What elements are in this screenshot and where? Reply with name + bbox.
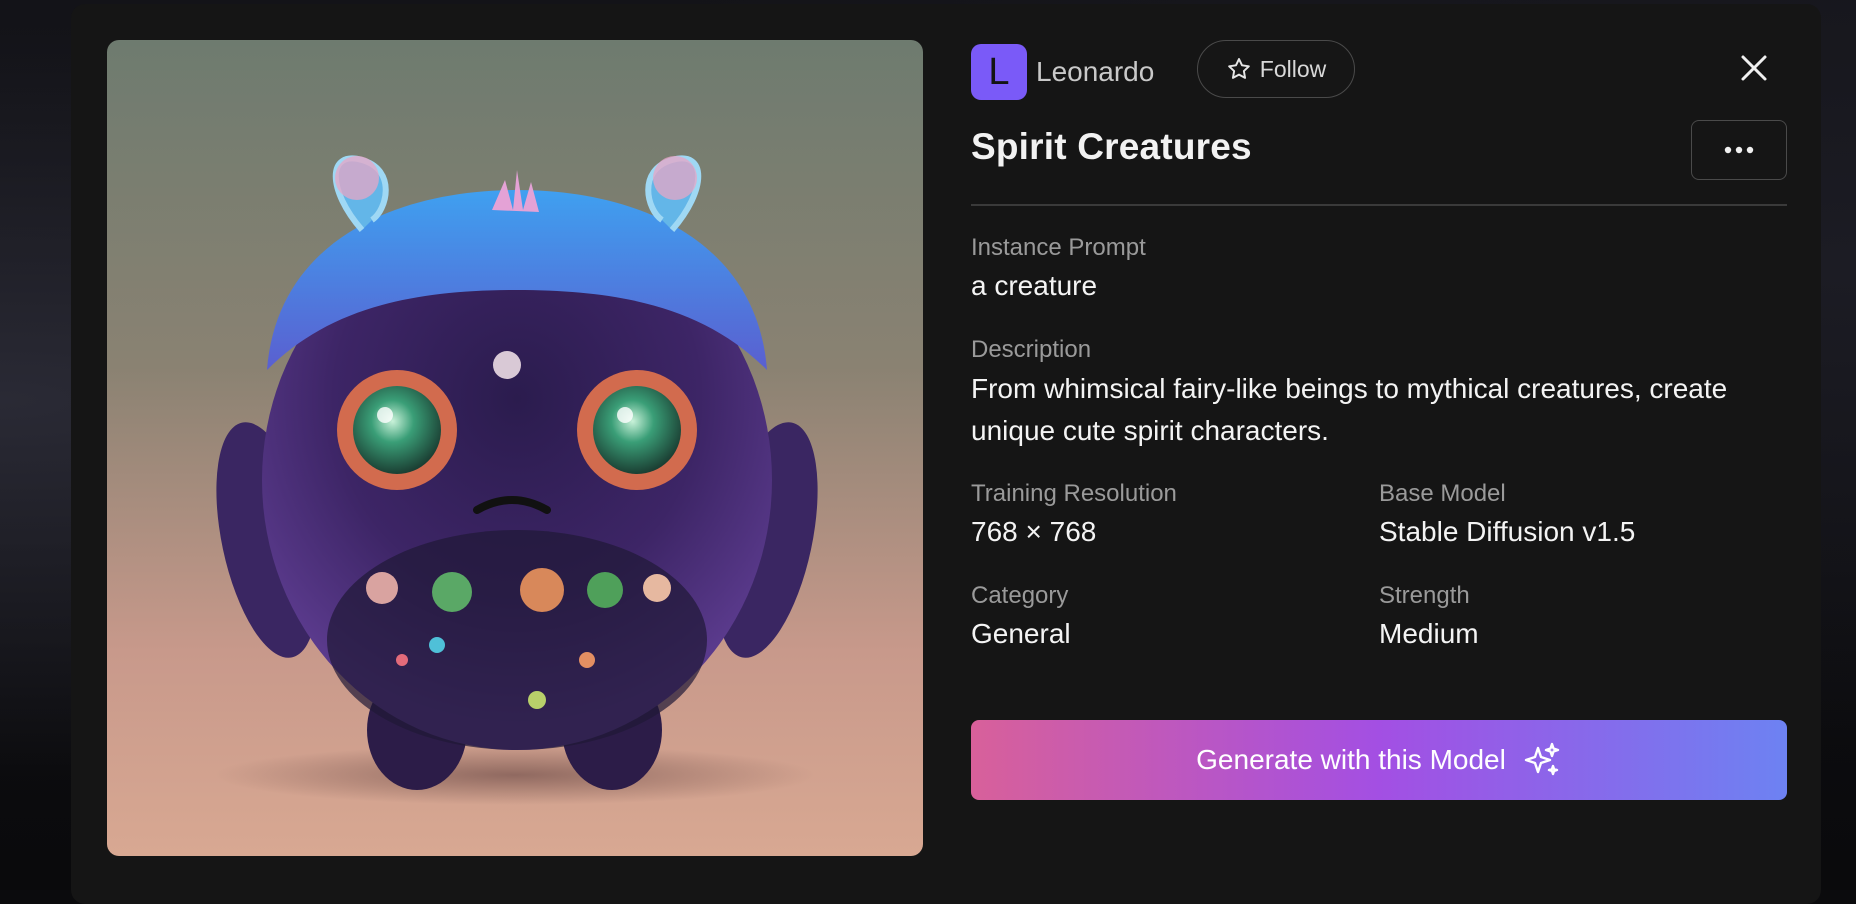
more-icon [1724, 141, 1754, 159]
close-icon [1739, 53, 1769, 88]
star-icon [1226, 56, 1252, 82]
more-options-button[interactable] [1691, 120, 1787, 180]
strength-value: Medium [1379, 618, 1479, 649]
training-resolution-value: 768 × 768 [971, 516, 1097, 547]
description-label: Description [971, 336, 1092, 363]
model-title: Spirit Creatures [971, 126, 1252, 167]
training-resolution-label: Training Resolution [971, 480, 1177, 507]
divider [971, 204, 1787, 206]
category-label: Category [971, 582, 1069, 609]
instance-prompt-label: Instance Prompt [971, 234, 1146, 261]
generate-label: Generate with this Model [1196, 744, 1506, 775]
generate-with-model-button[interactable]: Generate with this Model [971, 720, 1787, 800]
owner-name[interactable]: Leonardo [1036, 56, 1154, 88]
follow-button[interactable]: Follow [1197, 40, 1355, 98]
model-preview-image [107, 40, 923, 856]
base-model-label: Base Model [1379, 480, 1506, 507]
owner-avatar[interactable]: L [971, 44, 1027, 100]
strength-label: Strength [1379, 582, 1470, 609]
model-owner[interactable]: L Leonardo [971, 44, 1154, 100]
instance-prompt-value: a creature [971, 270, 1098, 301]
category-value: General [971, 618, 1071, 649]
description-value: From whimsical fairy-like beings to myth… [971, 373, 1728, 446]
follow-label: Follow [1259, 55, 1327, 82]
base-model-value: Stable Diffusion v1.5 [1379, 516, 1636, 547]
sparkle-icon [1522, 740, 1562, 780]
close-button[interactable] [1736, 52, 1772, 88]
